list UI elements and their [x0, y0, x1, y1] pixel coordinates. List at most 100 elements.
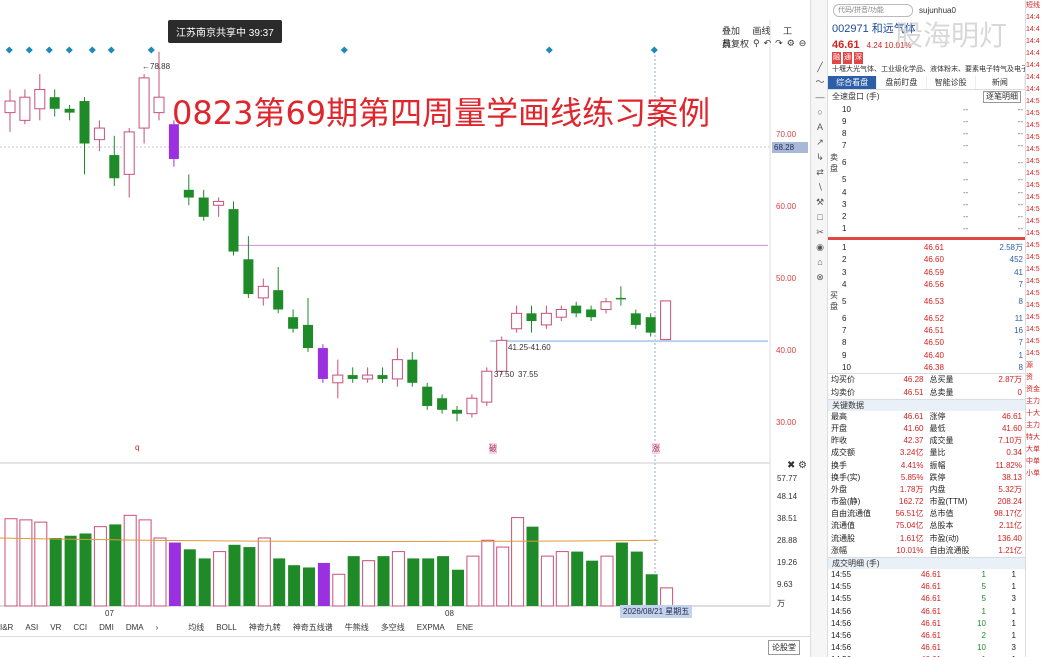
key-name: 自由流通值 — [831, 509, 871, 519]
key-value: 38.13 — [1001, 472, 1022, 482]
tick-volume: 5 — [981, 582, 986, 592]
right-strip-item: 14:4 — [1026, 86, 1040, 93]
adjust-mode-button[interactable]: 前复权 — [722, 37, 749, 50]
close-icon[interactable]: ✖ — [787, 460, 795, 471]
eye-tool-icon[interactable]: ◉ — [811, 240, 829, 255]
ray-tool-icon[interactable]: ↳ — [811, 150, 829, 165]
avg-key: 总卖量 — [929, 387, 954, 397]
ask-row[interactable]: 5 -- -- — [828, 174, 1025, 186]
lock-tool-icon[interactable]: ⊗ — [811, 270, 829, 285]
overlay-menu[interactable]: 叠加 — [722, 26, 740, 36]
indicator-tab[interactable]: EXPMA — [417, 623, 445, 632]
undo-icon[interactable]: ↶ — [764, 38, 772, 49]
circle-tool-icon[interactable]: ○ — [811, 105, 829, 120]
segment-tool-icon[interactable]: ∖ — [811, 180, 829, 195]
draw-line-menu[interactable]: 画线 — [753, 26, 771, 36]
trash-tool-icon[interactable]: ⌂ — [811, 255, 829, 270]
redo-icon[interactable]: ↷ — [775, 38, 783, 49]
bid-row[interactable]: 10 46.38 8 — [828, 361, 1025, 373]
ask-volume: -- — [1017, 104, 1023, 114]
indicator-tab[interactable]: DMA — [126, 623, 144, 632]
rect-tool-icon[interactable]: □ — [811, 210, 829, 225]
bid-row[interactable]: 6 46.52 11 — [828, 312, 1025, 324]
volume-bar — [422, 558, 435, 606]
bid-row[interactable]: 1 46.61 2.58万 — [828, 242, 1025, 254]
bid-row[interactable]: 7 46.51 16 — [828, 325, 1025, 337]
bid-row[interactable]: 8 46.50 7 — [828, 337, 1025, 349]
ask-row[interactable]: 7 -- -- — [828, 140, 1025, 152]
more-indicators-chevron-icon[interactable]: › — [156, 623, 159, 632]
indicator-tab[interactable]: 牛熊线 — [345, 622, 369, 633]
candle-body — [586, 309, 597, 318]
tab-diagnosis[interactable]: 智能诊股 — [927, 76, 976, 89]
right-strip-item: 主力 — [1026, 422, 1040, 429]
indicator-tab[interactable]: DMI — [99, 623, 114, 632]
channel-tool-icon[interactable]: ⇄ — [811, 165, 829, 180]
minus-icon[interactable]: ⊖ — [799, 38, 807, 49]
line-tool-icon[interactable]: ╱ — [811, 60, 829, 75]
ask-row[interactable]: 9 -- -- — [828, 115, 1025, 127]
indicator-tab[interactable]: I&R — [0, 623, 13, 632]
tick-detail-button[interactable]: 逐笔明细 — [983, 91, 1021, 103]
bid-row[interactable]: 4 46.56 7 — [828, 278, 1025, 290]
bid-row[interactable]: 2 46.60 452 — [828, 254, 1025, 266]
tick-price: 46.61 — [920, 606, 941, 616]
bid-row[interactable]: 买盘 5 46.53 8 — [828, 290, 1025, 312]
volume-axis-label: 57.77 — [777, 474, 798, 483]
indicator-tab[interactable]: 神奇五线谱 — [293, 622, 333, 633]
key-data-row: 流通值 75.04亿 总股本 2.11亿 — [828, 520, 1025, 532]
avg-value: 0 — [1017, 387, 1022, 397]
kline-chart-area[interactable]: 江苏南京共享中 39:37 叠加 画线 工具 前复权 ⚲ ↶ ↷ ⚙ ⊖ 082… — [0, 0, 810, 657]
indicator-tab[interactable]: BOLL — [216, 623, 236, 632]
concept-text: 十堰大光气体、工业级化学品、液体粉末、要素电子特气及电子化 — [832, 66, 1025, 73]
text-tool-icon[interactable]: A — [811, 120, 829, 135]
tab-premarket[interactable]: 盘前盯盘 — [877, 76, 927, 89]
ask-row[interactable]: 8 -- -- — [828, 127, 1025, 139]
key-name: 跌停 — [929, 472, 946, 482]
ask-volume: -- — [1017, 116, 1023, 126]
indicator-tab[interactable]: CCI — [73, 623, 87, 632]
tick-row: 14:56 46.61 2 1 — [828, 630, 1025, 642]
right-strip-item: 14:5 — [1026, 302, 1040, 309]
tab-news[interactable]: 新闻 — [976, 76, 1025, 89]
key-data-row: 成交额 3.24亿 量比 0.34 — [828, 447, 1025, 459]
key-data-rows: 最高 46.61 涨停 46.61 开盘 41.60 最低 41.60 昨收 42.37 成交量 7.… — [828, 411, 1025, 557]
bid-row[interactable]: 9 46.40 1 — [828, 349, 1025, 361]
tick-time: 14:56 — [831, 618, 852, 628]
bid-volume: 11 — [1014, 314, 1023, 324]
indicator-tab[interactable]: 神奇九转 — [249, 622, 281, 633]
indicator-tab[interactable]: ENE — [457, 623, 473, 632]
indicator-tab[interactable]: VR — [50, 623, 61, 632]
indicator-tab[interactable]: ASI — [25, 623, 38, 632]
arrow-tool-icon[interactable]: ↗ — [811, 135, 829, 150]
gear-icon[interactable]: ⚙ — [798, 460, 807, 471]
right-strip-item: 14:4 — [1026, 62, 1040, 69]
wave-tool-icon[interactable]: 〜 — [811, 75, 829, 90]
orderbook-header: 全速盘口 (手) 逐笔明细 — [828, 90, 1025, 103]
tick-price: 46.61 — [920, 582, 941, 592]
settings-icon[interactable]: ⚙ — [787, 38, 795, 49]
avg-row: 均买价 46.28 总买量 2.87万 — [828, 374, 1025, 386]
key-value: 208.24 — [997, 497, 1022, 507]
tab-overview[interactable]: 综合看盘 — [828, 76, 878, 89]
magnet-tool-icon[interactable]: ⚒ — [811, 195, 829, 210]
ask-row[interactable]: 卖盘 6 -- -- — [828, 152, 1025, 174]
bid-row[interactable]: 3 46.59 41 — [828, 266, 1025, 278]
indicator-tab[interactable]: 多空线 — [381, 622, 405, 633]
ask-row[interactable]: 3 -- -- — [828, 198, 1025, 210]
volume-bar — [19, 519, 33, 607]
key-value: 1.61亿 — [899, 533, 924, 543]
ask-row[interactable]: 1 -- -- — [828, 223, 1025, 235]
ask-row[interactable]: 10 -- -- — [828, 103, 1025, 115]
right-strip-item: 小单 — [1026, 470, 1040, 477]
ask-row[interactable]: 2 -- -- — [828, 210, 1025, 222]
volume-axis-label: 19.26 — [777, 558, 798, 567]
hline-tool-icon[interactable]: — — [811, 90, 829, 105]
ask-volume: -- — [1017, 141, 1023, 151]
bid-side-label — [828, 266, 840, 278]
search-icon[interactable]: ⚲ — [753, 38, 760, 49]
indicator-tab[interactable]: 均线 — [188, 622, 204, 633]
forum-button[interactable]: 论股堂 — [768, 640, 800, 655]
ask-row[interactable]: 4 -- -- — [828, 186, 1025, 198]
cut-tool-icon[interactable]: ✂ — [811, 225, 829, 240]
